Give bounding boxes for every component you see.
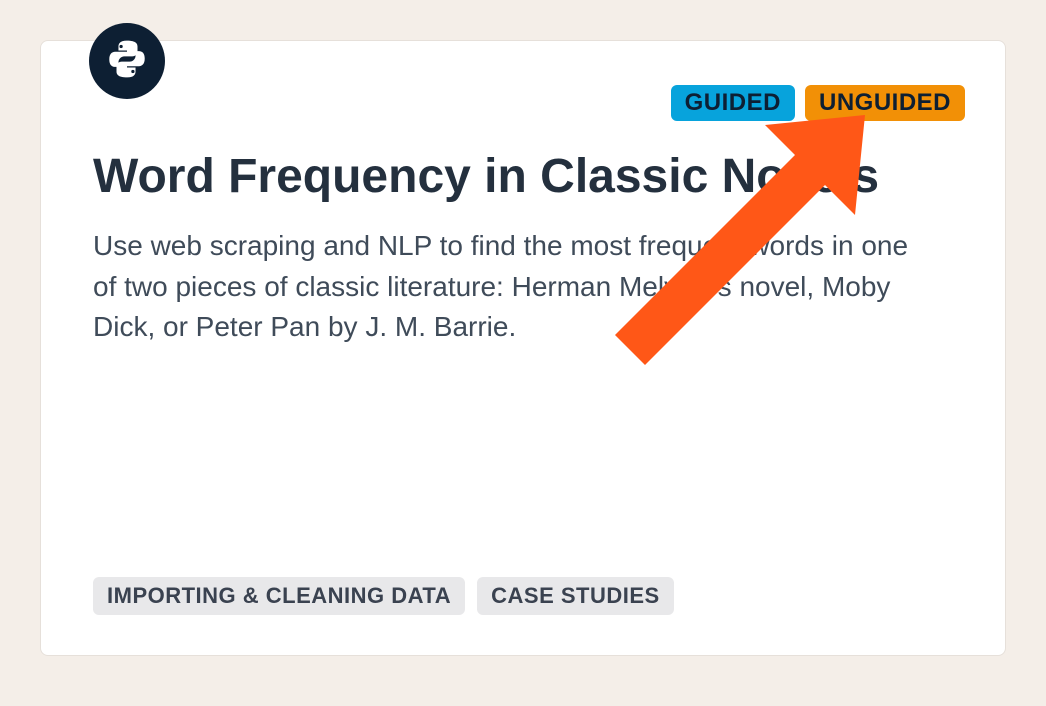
guided-badge[interactable]: GUIDED bbox=[671, 85, 795, 121]
language-badge bbox=[89, 23, 165, 99]
project-card[interactable]: GUIDED UNGUIDED Word Frequency in Classi… bbox=[40, 40, 1006, 656]
project-description: Use web scraping and NLP to find the mos… bbox=[93, 226, 933, 348]
unguided-badge[interactable]: UNGUIDED bbox=[805, 85, 965, 121]
tag-importing-cleaning[interactable]: IMPORTING & CLEANING DATA bbox=[93, 577, 465, 615]
tag-case-studies[interactable]: CASE STUDIES bbox=[477, 577, 674, 615]
topic-tags: IMPORTING & CLEANING DATA CASE STUDIES bbox=[93, 577, 674, 615]
python-icon bbox=[106, 38, 148, 85]
project-title: Word Frequency in Classic Novels bbox=[93, 149, 953, 204]
mode-badges: GUIDED UNGUIDED bbox=[671, 85, 965, 121]
